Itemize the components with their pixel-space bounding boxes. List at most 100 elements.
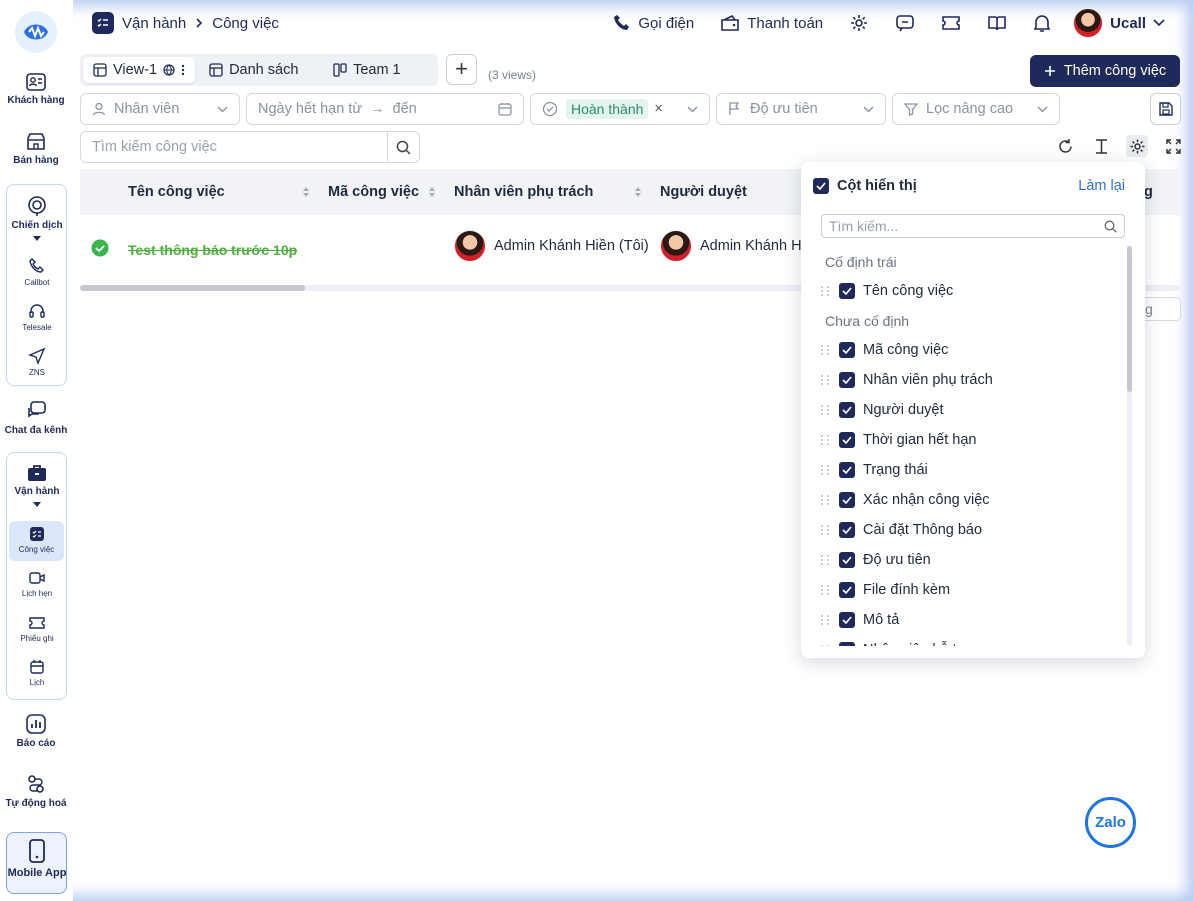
tab-team-1[interactable]: Team 1 xyxy=(323,57,411,83)
column-checkbox[interactable] xyxy=(839,402,855,418)
drag-handle-icon[interactable] xyxy=(821,284,831,298)
zalo-chat-button[interactable]: Zalo xyxy=(1085,797,1136,848)
drag-handle-icon[interactable] xyxy=(821,343,831,357)
tickets-button[interactable] xyxy=(941,14,961,32)
ucall-logo-icon[interactable] xyxy=(13,10,59,54)
more-vertical-icon[interactable] xyxy=(181,64,185,76)
drag-handle-icon[interactable] xyxy=(821,553,831,567)
sidebar-item-calendar[interactable]: Lịch xyxy=(4,659,70,687)
call-button[interactable]: Gọi điện xyxy=(613,14,694,32)
column-header-task-code[interactable]: Mã công việc xyxy=(328,184,419,200)
drag-handle-icon[interactable] xyxy=(821,373,831,387)
column-checkbox[interactable] xyxy=(839,522,855,538)
sidebar-item-omnichat[interactable]: Chat đa kênh xyxy=(3,400,69,436)
column-option[interactable]: Mã công việc xyxy=(821,340,948,360)
drag-handle-icon[interactable] xyxy=(821,643,831,646)
column-option[interactable]: Thời gian hết hạn xyxy=(821,430,977,450)
sort-icon[interactable] xyxy=(634,185,642,199)
drag-handle-icon[interactable] xyxy=(821,433,831,447)
sort-icon[interactable] xyxy=(428,185,436,199)
drag-handle-icon[interactable] xyxy=(821,583,831,597)
close-icon[interactable]: × xyxy=(654,101,662,117)
guide-button[interactable] xyxy=(987,14,1007,32)
column-header-approver[interactable]: Người duyệt xyxy=(660,184,747,200)
due-date-range[interactable]: Ngày hết hạn từ → đến xyxy=(246,93,524,125)
status-filter[interactable]: Hoàn thành × xyxy=(530,93,710,125)
column-checkbox[interactable] xyxy=(839,462,855,478)
scrollbar-thumb[interactable] xyxy=(1127,246,1132,392)
sidebar-item-automation[interactable]: Tự động hoá xyxy=(3,773,69,809)
drag-handle-icon[interactable] xyxy=(821,493,831,507)
sidebar-item-operations[interactable]: Vận hành xyxy=(4,463,70,507)
drag-handle-icon[interactable] xyxy=(821,523,831,537)
sidebar-item-mobile[interactable]: Mobile App xyxy=(6,832,67,894)
column-checkbox[interactable] xyxy=(839,642,855,646)
sidebar-item-customers[interactable]: Khách hàng xyxy=(3,72,69,106)
column-option[interactable]: Xác nhận công việc xyxy=(821,490,990,510)
sidebar-item-appointments[interactable]: Lịch hẹn xyxy=(4,570,70,598)
column-option[interactable]: Nhân viên phụ trách xyxy=(821,370,993,390)
tab-view-1[interactable]: View-1 xyxy=(83,57,196,83)
tab-list[interactable]: Danh sách xyxy=(199,57,323,83)
column-option[interactable]: Độ ưu tiên xyxy=(821,550,931,570)
column-option[interactable]: File đính kèm xyxy=(821,580,950,600)
breadcrumb-parent[interactable]: Vận hành xyxy=(122,15,186,32)
staff-filter[interactable]: Nhân viên xyxy=(80,93,240,125)
column-checkbox[interactable] xyxy=(839,283,855,299)
column-checkbox[interactable] xyxy=(839,612,855,628)
column-checkbox[interactable] xyxy=(839,582,855,598)
sidebar-item-zns[interactable]: ZNS xyxy=(4,347,70,377)
advanced-filter[interactable]: Lọc nâng cao xyxy=(892,93,1060,125)
notifications-button[interactable] xyxy=(1033,13,1051,33)
task-name[interactable]: Test thông báo trước 10p xyxy=(128,242,297,258)
column-checkbox[interactable] xyxy=(839,432,855,448)
row-height-button[interactable] xyxy=(1090,135,1112,157)
column-header-task-name[interactable]: Tên công việc xyxy=(128,184,225,200)
priority-filter[interactable]: Độ ưu tiên xyxy=(716,93,886,125)
column-option-fixed[interactable]: Tên công việc xyxy=(821,281,953,301)
sidebar-item-campaigns[interactable]: Chiến dịch xyxy=(4,195,70,241)
column-search-input[interactable] xyxy=(822,218,1104,234)
column-list-scrollbar[interactable] xyxy=(1127,246,1132,646)
column-checkbox[interactable] xyxy=(839,492,855,508)
select-all-checkbox[interactable] xyxy=(813,178,829,194)
column-option[interactable]: Cài đặt Thông báo xyxy=(821,520,982,540)
drag-handle-icon[interactable] xyxy=(821,403,831,417)
chevron-down-icon[interactable] xyxy=(33,502,41,507)
task-list-icon xyxy=(92,12,114,34)
refresh-button[interactable] xyxy=(1054,135,1076,157)
drag-handle-icon[interactable] xyxy=(821,613,831,627)
column-settings-button[interactable] xyxy=(1126,135,1148,157)
scrollbar-thumb[interactable] xyxy=(80,285,305,291)
sidebar-item-reports[interactable]: Báo cáo xyxy=(3,713,69,749)
sidebar-item-callbot[interactable]: Callbot xyxy=(4,257,70,287)
sidebar-item-sales[interactable]: Bán hàng xyxy=(3,132,69,166)
column-option[interactable]: Nhân viên hỗ trợ xyxy=(821,640,971,646)
column-checkbox[interactable] xyxy=(839,372,855,388)
settings-button[interactable] xyxy=(849,13,869,33)
column-checkbox[interactable] xyxy=(839,552,855,568)
add-task-button[interactable]: Thêm công việc xyxy=(1030,55,1180,87)
user-menu[interactable]: Ucall xyxy=(1073,8,1165,38)
payment-button[interactable]: Thanh toán xyxy=(720,14,823,32)
sidebar-item-tickets[interactable]: Phiếu ghi xyxy=(4,615,70,643)
save-filter-button[interactable] xyxy=(1150,93,1181,125)
add-view-button[interactable]: + xyxy=(446,54,477,85)
search-button[interactable] xyxy=(387,132,419,162)
sort-icon[interactable] xyxy=(302,185,310,199)
sidebar-item-tasks[interactable]: Công việc xyxy=(9,521,64,561)
column-option[interactable]: Người duyệt xyxy=(821,400,943,420)
column-option[interactable]: Mô tả xyxy=(821,610,899,630)
reset-columns-link[interactable]: Làm lại xyxy=(1078,178,1125,194)
column-header-assignee[interactable]: Nhân viên phụ trách xyxy=(454,184,593,200)
drag-handle-icon[interactable] xyxy=(821,463,831,477)
messages-button[interactable] xyxy=(895,13,915,33)
done-check-icon[interactable] xyxy=(91,239,109,257)
column-option[interactable]: Trạng thái xyxy=(821,460,928,480)
column-checkbox[interactable] xyxy=(839,342,855,358)
text-height-icon xyxy=(1095,138,1107,154)
sidebar-item-telesale[interactable]: Telesale xyxy=(4,302,70,332)
fullscreen-button[interactable] xyxy=(1162,135,1184,157)
task-search-input[interactable] xyxy=(81,132,387,162)
chevron-down-icon[interactable] xyxy=(33,236,41,241)
